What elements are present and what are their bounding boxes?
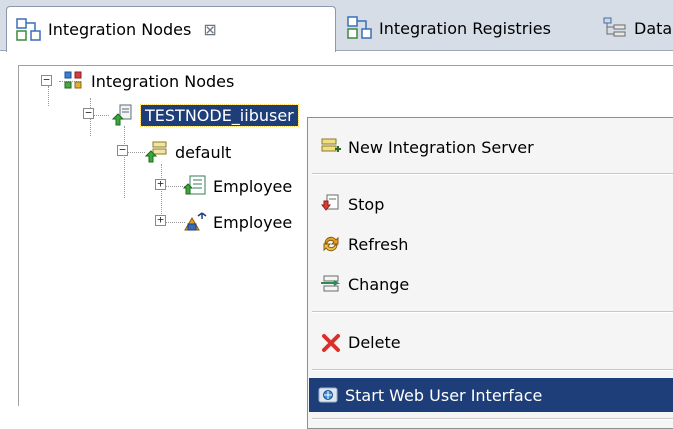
tree-item-default[interactable]: default <box>145 140 231 164</box>
menu-item-label: Change <box>348 274 410 294</box>
integration-registries-icon <box>347 16 372 39</box>
collapse-toggle[interactable]: − <box>41 74 52 86</box>
tree-connector <box>125 152 145 153</box>
tab-label: Integration Registries <box>379 18 551 38</box>
integration-nodes-folder-icon <box>64 71 82 89</box>
stop-icon <box>320 194 339 211</box>
menu-item-change[interactable]: Change <box>312 267 673 301</box>
delete-icon <box>322 334 340 352</box>
tab-label: Data <box>634 18 673 38</box>
menu-item-refresh[interactable]: Refresh <box>312 227 673 261</box>
tree-item-employee-service[interactable]: Employee <box>183 210 292 234</box>
tree-connector <box>163 222 185 223</box>
menu-item-label: Delete <box>348 332 401 352</box>
menu-item-delete[interactable]: Delete <box>312 325 673 359</box>
collapse-toggle[interactable]: − <box>83 107 94 119</box>
tree-item-integration-nodes[interactable]: Integration Nodes <box>63 70 234 92</box>
expand-toggle[interactable]: + <box>155 178 166 190</box>
tab-integration-nodes[interactable]: Integration Nodes ⊠ <box>6 6 336 52</box>
tab-data[interactable]: Data <box>593 6 672 50</box>
menu-separator <box>312 173 673 175</box>
integration-node-icon <box>111 104 132 126</box>
tab-integration-registries[interactable]: Integration Registries <box>338 6 551 50</box>
menu-item-new-integration-server[interactable]: New Integration Server <box>312 130 673 164</box>
tree-connector <box>48 86 49 106</box>
tree-item-label: Employee <box>213 176 293 196</box>
menu-separator <box>312 311 673 313</box>
close-icon[interactable]: ⊠ <box>203 20 216 39</box>
menu-item-start-web-user-interface[interactable]: Start Web User Interface <box>309 378 673 412</box>
view-tab-bar: Integration Nodes ⊠ Integration Registri… <box>0 0 673 52</box>
tree-item-label: TESTNODE_iibuser <box>140 103 299 127</box>
web-ui-icon <box>318 387 338 403</box>
integration-server-icon <box>145 141 167 163</box>
menu-item-label: New Integration Server <box>348 137 534 157</box>
tree-item-label: default <box>175 142 232 162</box>
tree-connector <box>163 186 185 187</box>
tree-connector <box>124 126 125 198</box>
rest-api-icon <box>184 212 207 231</box>
menu-separator <box>312 369 673 371</box>
change-icon <box>321 275 341 292</box>
expand-toggle[interactable]: + <box>155 214 166 226</box>
menu-separator <box>312 418 673 420</box>
refresh-icon <box>323 236 339 252</box>
menu-item-label: Refresh <box>348 234 409 254</box>
collapse-toggle[interactable]: − <box>117 144 128 156</box>
menu-item-label: Stop <box>348 194 385 214</box>
application-icon <box>183 175 206 195</box>
tab-label: Integration Nodes <box>48 20 192 39</box>
tree-item-label: Employee <box>213 212 293 232</box>
integration-nodes-icon <box>16 17 41 41</box>
tree-item-employee-application[interactable]: Employee <box>183 174 292 198</box>
data-icon <box>603 17 626 37</box>
menu-item-stop[interactable]: Stop <box>312 187 673 221</box>
new-server-icon <box>321 138 341 152</box>
context-menu: New Integration Server Stop Refresh Chan… <box>307 117 673 429</box>
menu-item-label: Start Web User Interface <box>345 385 543 405</box>
tree-item-testnode[interactable]: TESTNODE_iibuser <box>111 103 299 127</box>
tree-item-label: Integration Nodes <box>91 71 235 91</box>
